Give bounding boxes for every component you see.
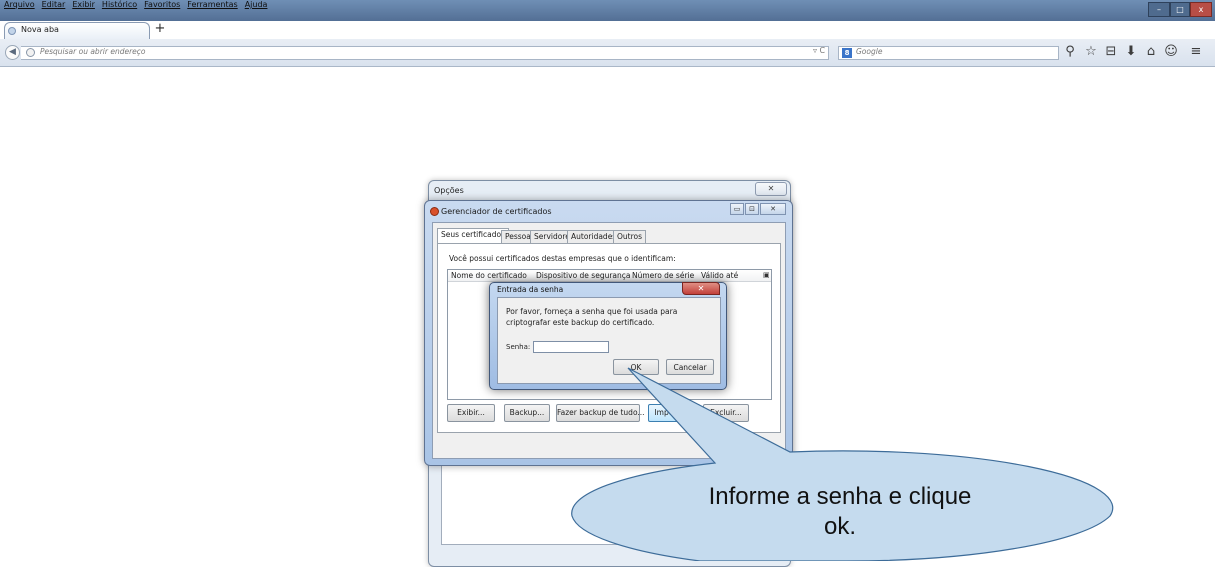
bookmark-star-icon[interactable]: ☆ bbox=[1083, 44, 1099, 60]
certmgr-close-button[interactable]: ✕ bbox=[760, 203, 786, 215]
new-tab-button[interactable]: + bbox=[154, 21, 166, 38]
cancel-button[interactable]: Cancelar bbox=[666, 359, 714, 375]
social-icon[interactable]: ☺ bbox=[1163, 44, 1179, 60]
search-engine-icon[interactable]: 8 bbox=[842, 48, 852, 58]
window-minimize-button[interactable]: – bbox=[1148, 2, 1170, 17]
window-close-button[interactable]: x bbox=[1190, 2, 1212, 17]
callout-text: Informe a senha e clique ok. bbox=[590, 482, 1090, 542]
options-dialog-title: Opções bbox=[434, 186, 464, 195]
column-picker-icon[interactable]: ▣ bbox=[763, 271, 770, 279]
bookmarks-list-icon[interactable]: ⊟ bbox=[1103, 44, 1119, 60]
certificates-description: Você possui certificados destas empresas… bbox=[449, 254, 676, 263]
import-button[interactable]: Importar... bbox=[648, 404, 700, 422]
backup-all-button[interactable]: Fazer backup de tudo... bbox=[556, 404, 645, 422]
password-input[interactable] bbox=[533, 341, 609, 353]
password-label: Senha: bbox=[506, 343, 531, 351]
backup-button[interactable]: Backup... bbox=[504, 404, 550, 422]
column-nome[interactable]: Nome do certificado bbox=[448, 270, 533, 281]
menu-ferramentas[interactable]: Ferramentas bbox=[187, 0, 237, 12]
search-icon[interactable]: ⚲ bbox=[1062, 44, 1078, 60]
tab-seus-certificados[interactable]: Seus certificados bbox=[437, 228, 509, 243]
column-valido-ate[interactable]: Válido até bbox=[698, 270, 761, 281]
callout-line-1: Informe a senha e clique bbox=[708, 483, 972, 510]
certmgr-minimize-button[interactable]: ▭ bbox=[730, 203, 744, 215]
menu-exibir[interactable]: Exibir bbox=[72, 0, 95, 12]
password-prompt-title: Entrada da senha bbox=[497, 285, 564, 294]
firefox-icon bbox=[430, 207, 439, 216]
tab-nova-aba[interactable]: Nova aba bbox=[4, 22, 150, 39]
home-icon[interactable]: ⌂ bbox=[1143, 44, 1159, 60]
back-button[interactable]: ◀ bbox=[5, 45, 20, 60]
view-button[interactable]: Exibir... bbox=[447, 404, 495, 422]
address-placeholder: Pesquisar ou abrir endereço bbox=[40, 47, 146, 56]
globe-icon bbox=[26, 48, 35, 57]
tab-page-icon bbox=[8, 27, 16, 35]
ok-button[interactable]: OK bbox=[613, 359, 659, 375]
menu-bar: Arquivo Editar Exibir Histórico Favorito… bbox=[0, 0, 267, 12]
callout-line-2: ok. bbox=[823, 513, 856, 540]
search-placeholder: Google bbox=[856, 47, 883, 56]
reload-icon[interactable]: ▿ C bbox=[813, 46, 825, 55]
certificates-table-header: Nome do certificado Dispositivo de segur… bbox=[448, 270, 771, 282]
column-dispositivo[interactable]: Dispositivo de segurança bbox=[533, 270, 631, 281]
certificate-manager-title: Gerenciador de certificados bbox=[441, 207, 552, 216]
window-maximize-button[interactable]: □ bbox=[1170, 2, 1190, 17]
certmgr-maximize-button[interactable]: ⊡ bbox=[745, 203, 759, 215]
password-prompt-close-button[interactable]: ✕ bbox=[682, 282, 720, 295]
menu-ajuda[interactable]: Ajuda bbox=[245, 0, 268, 12]
menu-icon[interactable]: ≡ bbox=[1188, 44, 1204, 60]
options-close-button[interactable]: ✕ bbox=[755, 182, 787, 196]
menu-arquivo[interactable]: Arquivo bbox=[4, 0, 35, 12]
menu-editar[interactable]: Editar bbox=[42, 0, 66, 12]
column-numero-serie[interactable]: Número de série bbox=[629, 270, 698, 281]
delete-button[interactable]: Excluir... bbox=[703, 404, 749, 422]
menu-historico[interactable]: Histórico bbox=[102, 0, 137, 12]
password-prompt-message: Por favor, forneça a senha que foi usada… bbox=[506, 307, 678, 327]
tab-outros[interactable]: Outros bbox=[613, 230, 647, 243]
menu-favoritos[interactable]: Favoritos bbox=[144, 0, 180, 12]
download-icon[interactable]: ⬇ bbox=[1123, 44, 1139, 60]
